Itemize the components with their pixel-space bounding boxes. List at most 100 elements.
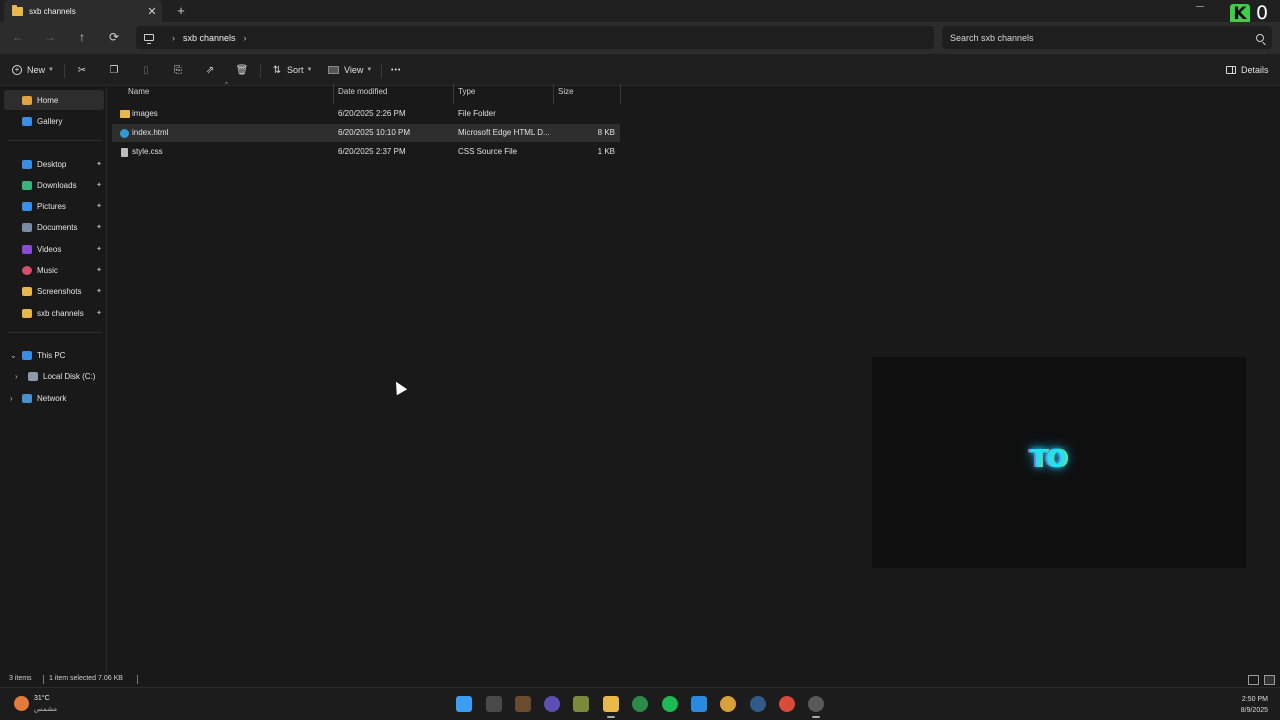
pin-icon: ✦: [96, 203, 102, 210]
column-divider[interactable]: [333, 84, 334, 104]
system-clock[interactable]: 2:50 PM 8/9/2025: [1241, 694, 1268, 716]
obs-icon[interactable]: [808, 696, 824, 712]
sidebar-item-home[interactable]: Home: [4, 90, 104, 110]
sidebar-item-label: Music: [37, 265, 58, 275]
search-input[interactable]: [950, 32, 1256, 43]
view-button[interactable]: View ▼: [328, 62, 372, 78]
chevron-right-icon[interactable]: ›: [15, 372, 18, 381]
column-divider[interactable]: [553, 84, 554, 104]
weather-temperature[interactable]: 31°C: [34, 695, 50, 702]
breadcrumb-chevron-icon[interactable]: ›: [172, 33, 175, 43]
weather-description[interactable]: مشمس: [34, 705, 57, 713]
sidebar-item-this-pc[interactable]: ⌄ This PC: [4, 345, 104, 365]
chevron-right-icon[interactable]: ›: [10, 394, 13, 403]
column-header-date[interactable]: Date modified: [338, 87, 387, 101]
sidebar-item-local-disk[interactable]: › Local Disk (C:): [4, 366, 104, 386]
divider: [43, 675, 44, 684]
more-icon: •••: [391, 66, 402, 74]
sidebar-item-music[interactable]: Music ✦: [4, 260, 104, 280]
weather-icon[interactable]: [14, 696, 29, 711]
share-button[interactable]: ⇗: [203, 62, 217, 78]
edge-icon: [120, 129, 129, 138]
new-tab-button[interactable]: +: [174, 3, 188, 18]
refresh-button[interactable]: ⟳: [105, 28, 123, 46]
breadcrumb-sxb-channels[interactable]: sxb channels: [183, 33, 236, 43]
overlay-count: 0: [1256, 2, 1269, 24]
file-type: CSS Source File: [458, 147, 518, 156]
sidebar-item-label: Home: [37, 95, 59, 105]
column-header-size[interactable]: Size: [558, 87, 574, 101]
column-divider[interactable]: [453, 84, 454, 104]
spotify-icon[interactable]: [662, 696, 678, 712]
file-explorer-icon[interactable]: [603, 696, 619, 712]
back-button[interactable]: ←: [9, 28, 27, 46]
this-pc-icon[interactable]: [144, 34, 154, 44]
breadcrumb-chevron-icon[interactable]: ›: [244, 33, 247, 43]
sidebar-item-documents[interactable]: Documents ✦: [4, 217, 104, 237]
pictures-icon: [22, 201, 32, 211]
chrome-canary-icon[interactable]: [720, 696, 736, 712]
file-date: 6/20/2025 10:10 PM: [338, 128, 411, 137]
close-tab-icon[interactable]: ✕: [144, 5, 160, 18]
tiles-view-toggle-icon[interactable]: [1264, 675, 1275, 685]
column-header-name[interactable]: Name: [128, 87, 149, 101]
pin-icon: ✦: [96, 161, 102, 168]
search-box[interactable]: [942, 26, 1272, 49]
sidebar-item-videos[interactable]: Videos ✦: [4, 239, 104, 259]
cut-button[interactable]: ✂: [75, 62, 89, 78]
rename-button[interactable]: ⎘: [171, 62, 185, 78]
minimize-button[interactable]: [1196, 6, 1204, 7]
sidebar-item-screenshots[interactable]: Screenshots ✦: [4, 281, 104, 301]
file-date: 6/20/2025 2:26 PM: [338, 109, 406, 118]
launcher-icon[interactable]: [573, 696, 589, 712]
start-icon[interactable]: [456, 696, 472, 712]
chrome-icon[interactable]: [779, 696, 795, 712]
sidebar-item-gallery[interactable]: Gallery: [4, 111, 104, 131]
sidebar-item-label: Pictures: [37, 201, 66, 211]
new-button[interactable]: + New ▼: [12, 62, 54, 78]
copy-icon: ❐: [109, 64, 119, 76]
sidebar-item-desktop[interactable]: Desktop ✦: [4, 154, 104, 174]
file-row[interactable]: images 6/20/2025 2:26 PM File Folder: [112, 105, 620, 123]
details-pane-icon: [1226, 66, 1236, 74]
column-header-type[interactable]: Type: [458, 87, 475, 101]
paste-button[interactable]: ▯: [139, 62, 153, 78]
sidebar-item-network[interactable]: › Network: [4, 388, 104, 408]
folder-icon: [22, 308, 32, 318]
folder-icon: [22, 286, 32, 296]
delete-button[interactable]: 🗑: [235, 62, 249, 78]
steam-icon[interactable]: [750, 696, 766, 712]
forward-button[interactable]: →: [41, 28, 59, 46]
details-button[interactable]: Details: [1226, 62, 1269, 78]
rename-icon: ⎘: [174, 64, 182, 76]
minecraft-icon[interactable]: [515, 696, 531, 712]
sort-button[interactable]: ⇅ Sort ▼: [270, 62, 313, 78]
sidebar-item-pictures[interactable]: Pictures ✦: [4, 196, 104, 216]
address-bar[interactable]: › sxb channels ›: [136, 26, 934, 49]
unity-icon[interactable]: [544, 696, 560, 712]
more-options-button[interactable]: •••: [391, 62, 401, 78]
file-row[interactable]: index.html 6/20/2025 10:10 PM Microsoft …: [112, 124, 620, 142]
vscode-icon[interactable]: [691, 696, 707, 712]
desktop-icon: [22, 159, 32, 169]
chevron-down-icon[interactable]: ⌄: [10, 351, 17, 360]
m-app-icon[interactable]: [632, 696, 648, 712]
file-date: 6/20/2025 2:37 PM: [338, 147, 406, 156]
search-icon[interactable]: [1256, 33, 1264, 42]
sidebar-item-label: Gallery: [37, 116, 63, 126]
copy-button[interactable]: ❐: [107, 62, 121, 78]
up-button[interactable]: ↑: [73, 28, 91, 46]
sidebar-item-downloads[interactable]: Downloads ✦: [4, 175, 104, 195]
view-label: View: [344, 65, 364, 75]
clock-date: 8/9/2025: [1240, 707, 1268, 714]
column-divider[interactable]: [620, 84, 621, 104]
file-size: 1 KB: [597, 147, 615, 156]
sidebar-item-label: Downloads: [37, 180, 77, 190]
tab-sxb-channels[interactable]: sxb channels ✕: [4, 0, 162, 22]
details-view-toggle-icon[interactable]: [1248, 675, 1259, 685]
file-row[interactable]: style.css 6/20/2025 2:37 PM CSS Source F…: [112, 143, 620, 161]
terminal-icon[interactable]: [486, 696, 502, 712]
plus-icon: +: [12, 65, 22, 75]
folder-icon: [12, 4, 23, 16]
sidebar-item-sxb-channels[interactable]: sxb channels ✦: [4, 303, 104, 323]
